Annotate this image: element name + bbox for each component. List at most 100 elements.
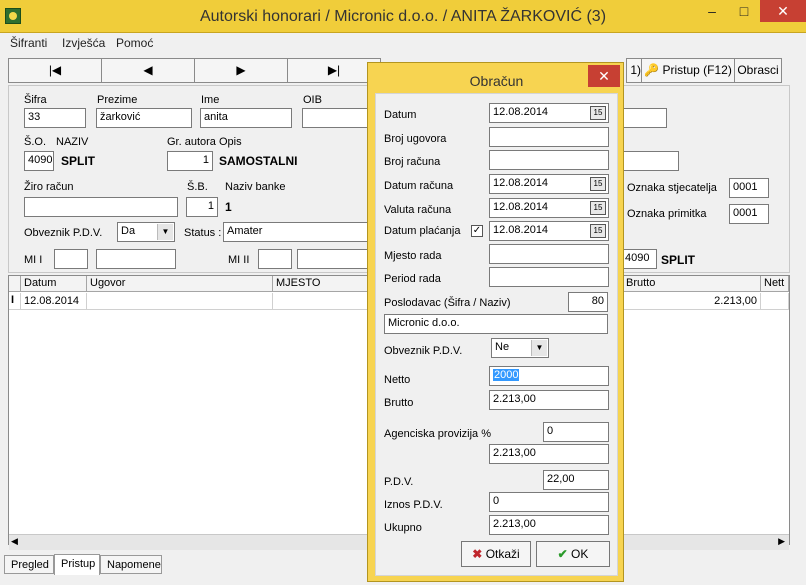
calendar-icon[interactable]: 15 — [590, 224, 606, 238]
table-row-datum[interactable]: 12.08.2014 — [21, 293, 87, 310]
close-button[interactable]: ✕ — [760, 0, 806, 22]
table-row-mjesto[interactable] — [273, 293, 369, 310]
netto-label: Netto — [384, 374, 411, 386]
cancel-button[interactable]: ✖ Otkaži — [461, 541, 531, 567]
broj-ugovora-label: Broj ugovora — [384, 133, 447, 145]
obveznik-pdv-label: Obveznik P.D.V. — [24, 227, 103, 239]
period-rada-field[interactable] — [489, 267, 609, 287]
menu-sifranti[interactable]: Šifranti — [10, 36, 47, 50]
obracun-dialog: Obračun ✕ Datum 12.08.2014 15 Broj ugovor… — [367, 62, 624, 582]
datum-placanja-field[interactable]: 12.08.2014 15 — [489, 221, 609, 241]
iznos-pdv-field[interactable]: 0 — [489, 492, 609, 512]
mi1-field-a[interactable] — [54, 249, 88, 269]
obveznik-pdv-select[interactable]: Ne ▼ — [491, 338, 549, 358]
mi1-label: MI I — [24, 254, 43, 266]
tab-napomene[interactable]: Napomene — [100, 555, 162, 574]
prev-record-button[interactable]: ◀ — [101, 58, 195, 83]
right-so-field[interactable]: 4090 — [621, 249, 657, 269]
poslodavac-naziv-field[interactable]: Micronic d.o.o. — [384, 314, 608, 334]
calendar-icon[interactable]: 15 — [590, 177, 606, 191]
gr-autora-label: Gr. autora Opis — [167, 136, 242, 148]
table-row-nett[interactable] — [761, 293, 789, 310]
sb-label: Š.B. — [187, 181, 208, 193]
pdv-field[interactable]: 22,00 — [543, 470, 609, 490]
gr-autora-opis: SAMOSTALNI — [219, 154, 298, 168]
oznaka-primitka-field[interactable]: 0001 — [729, 204, 769, 224]
status-field[interactable]: Amater — [223, 222, 369, 242]
so-naziv: SPLIT — [61, 154, 96, 168]
ukupno-field[interactable]: 2.213,00 — [489, 515, 609, 535]
menu-bar: Šifranti Izvješća Pomoć — [0, 33, 806, 53]
netto-field[interactable]: 2000 — [489, 366, 609, 386]
so-field[interactable]: 4090 — [24, 151, 54, 171]
close-icon: ✕ — [598, 68, 610, 84]
col-ugovor[interactable]: Ugovor — [87, 276, 273, 292]
sifra-field[interactable]: 33 — [24, 108, 86, 128]
broj-racuna-field[interactable] — [489, 150, 609, 170]
mjesto-rada-field[interactable] — [489, 244, 609, 264]
ime-field[interactable]: anita — [200, 108, 292, 128]
menu-pomoc[interactable]: Pomoć — [116, 36, 153, 50]
prezime-field[interactable]: žarković — [96, 108, 192, 128]
window-title: Autorski honorari / Micronic d.o.o. / AN… — [199, 8, 607, 25]
sifra-label: Šifra — [24, 94, 47, 106]
valuta-racuna-field[interactable]: 12.08.2014 15 — [489, 198, 609, 218]
table-row-ugovor[interactable] — [87, 293, 273, 310]
obveznik-pdv-select[interactable]: Da ▼ — [117, 222, 175, 242]
iznos-pdv-label: Iznos P.D.V. — [384, 499, 443, 511]
menu-izvjesca[interactable]: Izvješća — [62, 36, 105, 50]
tab-pristup[interactable]: Pristup — [54, 554, 100, 575]
brutto-field[interactable]: 2.213,00 — [489, 390, 609, 410]
scroll-right-icon[interactable]: ▶ — [778, 536, 785, 547]
mi1-field-b[interactable] — [96, 249, 176, 269]
minimize-button[interactable]: – — [696, 0, 728, 22]
broj-ugovora-field[interactable] — [489, 127, 609, 147]
calendar-icon[interactable]: 15 — [590, 201, 606, 215]
chevron-down-icon[interactable]: ▼ — [157, 224, 173, 240]
agencijska-iznos-field[interactable]: 2.213,00 — [489, 444, 609, 464]
naziv-label: NAZIV — [56, 136, 89, 148]
datum-racuna-field[interactable]: 12.08.2014 15 — [489, 174, 609, 194]
brutto-label: Brutto — [384, 397, 414, 409]
oib-label: OIB — [303, 94, 322, 106]
datum-placanja-checkbox[interactable]: ✓ — [471, 225, 483, 237]
first-record-button[interactable]: |◀ — [8, 58, 102, 83]
agencijska-pct-field[interactable]: 0 — [543, 422, 609, 442]
gr-autora-field[interactable]: 1 — [167, 151, 213, 171]
dialog-close-button[interactable]: ✕ — [588, 65, 620, 87]
check-icon: ✔ — [557, 547, 568, 561]
agencijska-label: Agenciska provizija % — [384, 428, 491, 440]
mjesto-rada-label: Mjesto rada — [384, 250, 442, 262]
right-mid-field[interactable] — [621, 151, 679, 171]
ziro-field[interactable] — [24, 197, 178, 217]
broj-racuna-label: Broj računa — [384, 156, 441, 168]
dialog-body: Datum 12.08.2014 15 Broj ugovora Broj rač… — [375, 93, 618, 576]
tab-pregled[interactable]: Pregled — [4, 555, 54, 574]
oib-field[interactable] — [302, 108, 368, 128]
maximize-button[interactable]: □ — [728, 0, 760, 22]
col-datum[interactable]: Datum — [21, 276, 87, 292]
scroll-left-icon[interactable]: ◀ — [11, 536, 18, 547]
col-mjesto[interactable]: MJESTO — [273, 276, 369, 292]
obrasci-button[interactable]: Obrasci — [734, 58, 782, 83]
period-rada-label: Period rada — [384, 273, 441, 285]
right-top-field[interactable] — [621, 108, 667, 128]
calendar-icon[interactable]: 15 — [590, 106, 606, 120]
poslodavac-sifra-field[interactable]: 80 — [568, 292, 608, 312]
so-label: Š.O. — [24, 136, 47, 148]
next-record-button[interactable]: ▶ — [194, 58, 288, 83]
col-nett[interactable]: Nett — [761, 276, 789, 292]
mi2-field-b[interactable] — [297, 249, 369, 269]
sb-field[interactable]: 1 — [186, 197, 218, 217]
prezime-label: Prezime — [97, 94, 138, 106]
pristup-button[interactable]: 🔑 Pristup (F12) — [641, 58, 735, 83]
ok-button[interactable]: ✔ OK — [536, 541, 610, 567]
oznaka-stjecatelja-field[interactable]: 0001 — [729, 178, 769, 198]
chevron-down-icon[interactable]: ▼ — [531, 340, 547, 356]
mi2-field-a[interactable] — [258, 249, 292, 269]
naziv-banke-label: Naziv banke — [225, 181, 286, 193]
naziv-banke-value: 1 — [225, 200, 232, 214]
table-row-brutto[interactable]: 2.213,00 — [623, 293, 761, 310]
datum-field[interactable]: 12.08.2014 15 — [489, 103, 609, 123]
col-brutto[interactable]: Brutto — [623, 276, 761, 292]
